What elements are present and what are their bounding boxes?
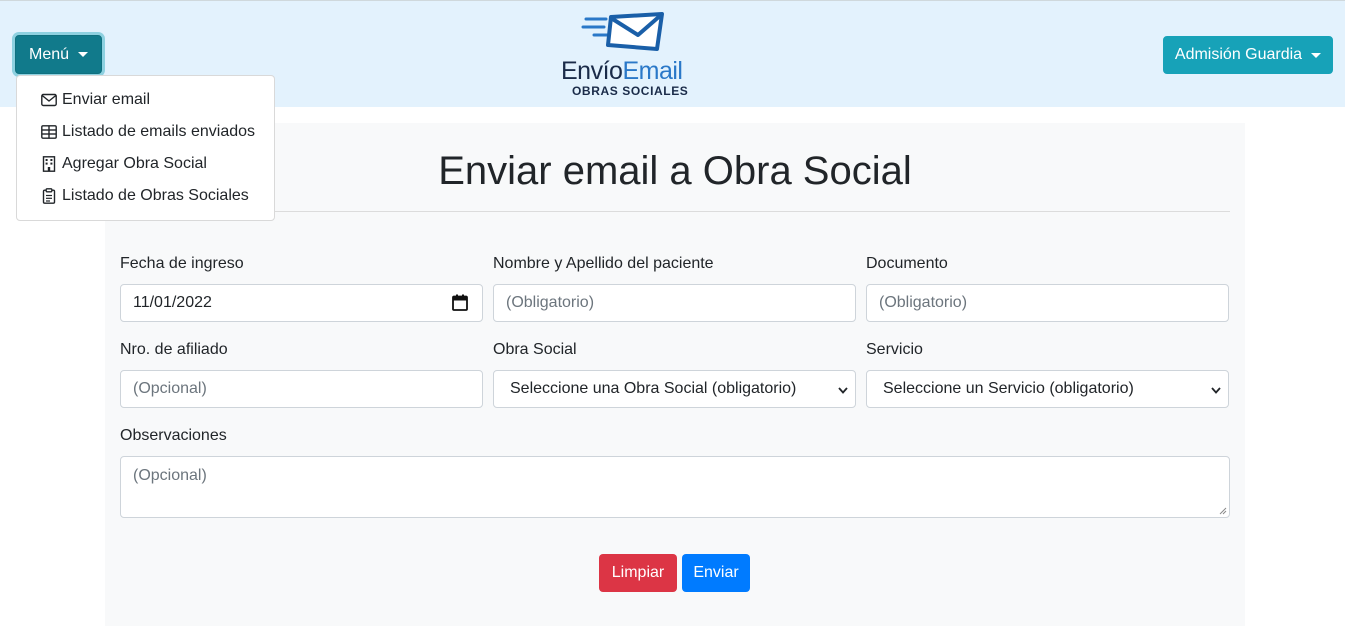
caret-down-icon bbox=[78, 52, 89, 57]
table-icon bbox=[41, 125, 57, 139]
chevron-down-icon bbox=[838, 387, 848, 394]
fecha-ingreso-input[interactable]: 11/01/2022 bbox=[120, 284, 483, 322]
nombre-paciente-input[interactable]: (Obligatorio) bbox=[493, 284, 856, 322]
afiliado-label: Nro. de afiliado bbox=[120, 341, 228, 358]
fecha-value: 11/01/2022 bbox=[133, 294, 212, 311]
building-icon bbox=[42, 156, 56, 172]
logo-subtitle: OBRAS SOCIALES bbox=[572, 84, 689, 98]
caret-down-icon bbox=[1311, 52, 1322, 58]
nombre-placeholder: (Obligatorio) bbox=[506, 294, 595, 311]
menu-item-label: Enviar email bbox=[62, 91, 151, 108]
afiliado-placeholder: (Opcional) bbox=[133, 380, 207, 397]
obra-social-select[interactable]: Seleccione una Obra Social (obligatorio) bbox=[493, 370, 856, 408]
obra-social-selected: Seleccione una Obra Social (obligatorio) bbox=[510, 380, 797, 397]
menu-item-enviar-email[interactable]: Enviar email bbox=[17, 84, 274, 116]
menu-dropdown: Enviar email Listado de emails enviados … bbox=[16, 75, 275, 221]
chevron-down-icon bbox=[1211, 387, 1221, 394]
envio-email-logo: EnvíoEmail OBRAS SOCIALES bbox=[556, 9, 696, 101]
servicio-selected: Seleccione un Servicio (obligatorio) bbox=[883, 380, 1134, 397]
menu-button-label: Menú bbox=[28, 45, 70, 63]
observaciones-placeholder: (Opcional) bbox=[133, 467, 207, 484]
user-button-label: Admisión Guardia bbox=[1174, 46, 1303, 63]
envelope-icon bbox=[41, 93, 57, 107]
observaciones-label: Observaciones bbox=[120, 427, 227, 444]
nro-afiliado-input[interactable]: (Opcional) bbox=[120, 370, 483, 408]
documento-label: Documento bbox=[866, 255, 948, 272]
menu-item-label: Agregar Obra Social bbox=[62, 155, 207, 172]
clipboard-icon bbox=[42, 188, 56, 204]
menu-item-label: Listado de emails enviados bbox=[62, 123, 256, 140]
fecha-label: Fecha de ingreso bbox=[120, 255, 244, 272]
clear-button[interactable]: Limpiar bbox=[599, 554, 677, 592]
observaciones-textarea[interactable]: (Opcional) bbox=[120, 456, 1230, 518]
obra-social-label: Obra Social bbox=[493, 341, 577, 358]
resize-grip-icon[interactable] bbox=[1219, 507, 1227, 515]
send-email-form-card: Enviar email a Obra Social Fecha de ingr… bbox=[105, 123, 1245, 626]
logo-wordmark: EnvíoEmail bbox=[561, 57, 683, 85]
nombre-label: Nombre y Apellido del paciente bbox=[493, 255, 714, 272]
documento-placeholder: (Obligatorio) bbox=[879, 294, 968, 311]
envelope-logo-icon bbox=[581, 12, 664, 51]
menu-item-agregar-obra-social[interactable]: Agregar Obra Social bbox=[17, 148, 274, 180]
documento-input[interactable]: (Obligatorio) bbox=[866, 284, 1229, 322]
menu-item-listado-obras-sociales[interactable]: Listado de Obras Sociales bbox=[17, 180, 274, 212]
page-title: Enviar email a Obra Social bbox=[438, 149, 912, 193]
menu-item-label: Listado de Obras Sociales bbox=[62, 187, 249, 204]
menu-item-listado-emails[interactable]: Listado de emails enviados bbox=[17, 116, 274, 148]
title-divider bbox=[120, 211, 1230, 212]
menu-dropdown-button[interactable]: Menú bbox=[15, 35, 102, 74]
user-dropdown-button[interactable]: Admisión Guardia bbox=[1163, 36, 1333, 74]
servicio-label: Servicio bbox=[866, 341, 923, 358]
servicio-select[interactable]: Seleccione un Servicio (obligatorio) bbox=[866, 370, 1229, 408]
send-button[interactable]: Enviar bbox=[682, 554, 750, 592]
calendar-icon[interactable] bbox=[452, 294, 468, 311]
